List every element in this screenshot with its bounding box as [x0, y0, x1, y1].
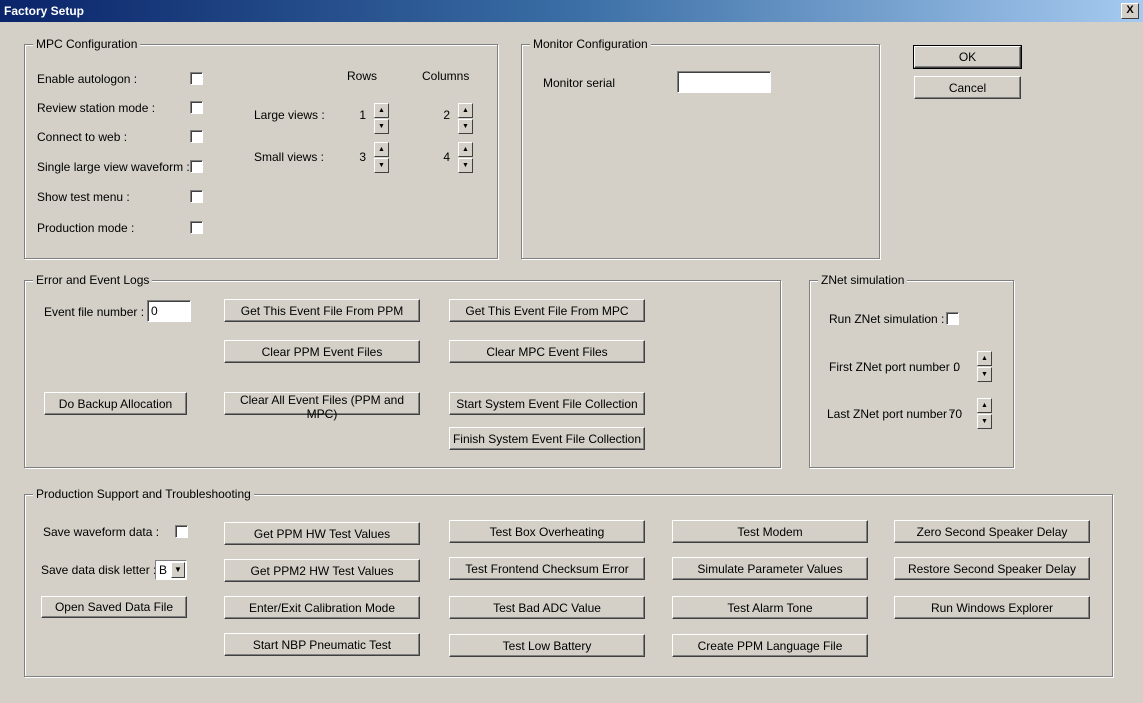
connect-to-web-checkbox[interactable] [190, 130, 203, 143]
test-modem-button[interactable]: Test Modem [672, 520, 868, 543]
disk-letter-select[interactable]: B ▼ [155, 560, 187, 580]
enable-autologon-checkbox[interactable] [190, 72, 203, 85]
close-button[interactable]: X [1121, 3, 1139, 19]
mpc-configuration-legend: MPC Configuration [33, 37, 141, 51]
open-saved-data-file-button[interactable]: Open Saved Data File [41, 596, 187, 618]
ok-button[interactable]: OK [913, 45, 1022, 69]
large-rows-spinner[interactable]: ▲ ▼ [374, 103, 389, 135]
first-znet-port-spinner[interactable]: ▲ ▼ [977, 351, 992, 383]
test-low-battery-button[interactable]: Test Low Battery [449, 634, 645, 657]
large-rows-value: 1 [359, 108, 366, 122]
run-znet-simulation-checkbox[interactable] [946, 312, 959, 325]
monitor-configuration-legend: Monitor Configuration [530, 37, 651, 51]
test-bad-adc-value-button[interactable]: Test Bad ADC Value [449, 596, 645, 619]
clear-ppm-event-files-button[interactable]: Clear PPM Event Files [224, 340, 420, 363]
restore-second-speaker-delay-button[interactable]: Restore Second Speaker Delay [894, 557, 1090, 580]
large-cols-spinner[interactable]: ▲ ▼ [458, 103, 473, 135]
run-znet-simulation-label: Run ZNet simulation : [829, 312, 945, 326]
test-alarm-tone-button[interactable]: Test Alarm Tone [672, 596, 868, 619]
last-znet-port-value: 70 [948, 407, 962, 421]
review-station-mode-label: Review station mode : [37, 101, 156, 115]
clear-all-event-files-button[interactable]: Clear All Event Files (PPM and MPC) [224, 392, 420, 421]
run-windows-explorer-button[interactable]: Run Windows Explorer [894, 596, 1090, 619]
connect-to-web-label: Connect to web : [37, 130, 128, 144]
get-event-file-mpc-button[interactable]: Get This Event File From MPC [449, 299, 645, 322]
cancel-button[interactable]: Cancel [914, 76, 1021, 99]
large-views-label: Large views : [254, 108, 325, 122]
spin-up-icon[interactable]: ▲ [458, 142, 473, 157]
save-data-disk-letter-label: Save data disk letter : [41, 563, 157, 577]
start-nbp-pneumatic-test-button[interactable]: Start NBP Pneumatic Test [224, 633, 420, 656]
spin-down-icon[interactable]: ▼ [977, 367, 992, 382]
simulate-parameter-values-button[interactable]: Simulate Parameter Values [672, 557, 868, 580]
get-ppm2-hw-test-values-button[interactable]: Get PPM2 HW Test Values [224, 559, 420, 582]
monitor-serial-input[interactable] [677, 71, 771, 93]
spin-up-icon[interactable]: ▲ [374, 142, 389, 157]
start-system-event-collection-button[interactable]: Start System Event File Collection [449, 392, 645, 415]
save-waveform-data-label: Save waveform data : [43, 525, 160, 539]
disk-letter-value: B [159, 563, 168, 577]
spin-up-icon[interactable]: ▲ [374, 103, 389, 118]
review-station-mode-checkbox[interactable] [190, 101, 203, 114]
production-mode-checkbox[interactable] [190, 221, 203, 234]
rows-header: Rows [347, 69, 378, 83]
spin-down-icon[interactable]: ▼ [458, 158, 473, 173]
enable-autologon-label: Enable autologon : [37, 72, 138, 86]
spin-up-icon[interactable]: ▲ [458, 103, 473, 118]
create-ppm-language-file-button[interactable]: Create PPM Language File [672, 634, 868, 657]
spin-down-icon[interactable]: ▼ [374, 119, 389, 134]
get-event-file-ppm-button[interactable]: Get This Event File From PPM [224, 299, 420, 322]
single-large-view-waveform-label: Single large view waveform : [37, 160, 190, 174]
show-test-menu-checkbox[interactable] [190, 190, 203, 203]
znet-simulation-legend: ZNet simulation [818, 273, 908, 287]
clear-mpc-event-files-button[interactable]: Clear MPC Event Files [449, 340, 645, 363]
error-event-logs-legend: Error and Event Logs [33, 273, 153, 287]
spin-down-icon[interactable]: ▼ [458, 119, 473, 134]
title-bar: Factory Setup X [0, 0, 1143, 22]
test-box-overheating-button[interactable]: Test Box Overheating [449, 520, 645, 543]
spin-up-icon[interactable]: ▲ [977, 398, 992, 413]
columns-header: Columns [422, 69, 470, 83]
small-views-label: Small views : [254, 150, 325, 164]
small-rows-spinner[interactable]: ▲ ▼ [374, 142, 389, 174]
save-waveform-data-checkbox[interactable] [175, 525, 188, 538]
chevron-down-icon[interactable]: ▼ [171, 562, 185, 578]
test-frontend-checksum-error-button[interactable]: Test Frontend Checksum Error [449, 557, 645, 580]
spin-down-icon[interactable]: ▼ [374, 158, 389, 173]
spin-down-icon[interactable]: ▼ [977, 414, 992, 429]
show-test-menu-label: Show test menu : [37, 190, 130, 204]
monitor-serial-label: Monitor serial [543, 76, 616, 90]
spin-up-icon[interactable]: ▲ [977, 351, 992, 366]
window-title: Factory Setup [4, 4, 85, 18]
event-file-number-input[interactable] [147, 300, 191, 322]
get-ppm-hw-test-values-button[interactable]: Get PPM HW Test Values [224, 522, 420, 545]
production-support-legend: Production Support and Troubleshooting [33, 487, 254, 501]
first-znet-port-value: 0 [953, 360, 960, 374]
event-file-number-label: Event file number : [44, 305, 145, 319]
large-cols-value: 2 [443, 108, 450, 122]
single-large-view-waveform-checkbox[interactable] [190, 160, 203, 173]
small-rows-value: 3 [359, 150, 366, 164]
calibration-mode-button[interactable]: Enter/Exit Calibration Mode [224, 596, 420, 619]
small-cols-spinner[interactable]: ▲ ▼ [458, 142, 473, 174]
do-backup-allocation-button[interactable]: Do Backup Allocation [44, 392, 187, 415]
small-cols-value: 4 [443, 150, 450, 164]
last-znet-port-label: Last ZNet port number : [827, 407, 954, 421]
production-mode-label: Production mode : [37, 221, 135, 235]
zero-second-speaker-delay-button[interactable]: Zero Second Speaker Delay [894, 520, 1090, 543]
first-znet-port-label: First ZNet port number : [829, 360, 957, 374]
finish-system-event-collection-button[interactable]: Finish System Event File Collection [449, 427, 645, 450]
last-znet-port-spinner[interactable]: ▲ ▼ [977, 398, 992, 430]
